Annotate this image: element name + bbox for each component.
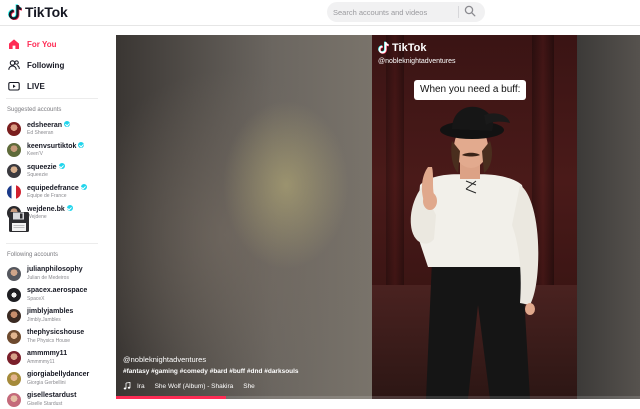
account-display-name: Ed Sheeran <box>27 130 54 136</box>
avatar <box>7 143 21 157</box>
account-username: julianphilosophy <box>27 266 83 273</box>
verified-badge-icon <box>78 142 85 148</box>
account-username: wejdene.bk <box>27 206 65 213</box>
nav-live[interactable]: LIVE <box>8 79 45 93</box>
nav-label: LIVE <box>27 81 45 91</box>
following-account-giorgiabellydancer[interactable]: giorgiabellydancer Giorgia Gerbellini <box>7 370 103 390</box>
tiktok-watermark: TikTok <box>378 41 426 54</box>
sidebar: For You Following LIVE Suggested account… <box>0 26 104 409</box>
account-display-name: Julian de Medeiros <box>27 275 69 281</box>
music-note-icon <box>123 382 131 390</box>
suggested-account-squeezie[interactable]: squeezie Squeezie <box>7 162 103 182</box>
avatar <box>7 330 21 344</box>
tiktok-logo-icon <box>378 41 389 54</box>
account-display-name: Jimbly.Jambles <box>27 317 61 323</box>
tiktok-app: TikTok For You Following LI <box>0 0 640 409</box>
progress-fill <box>116 396 227 399</box>
search-input[interactable] <box>333 4 457 20</box>
nav-label: For You <box>27 39 57 49</box>
account-display-name: Squeezie <box>27 172 48 178</box>
verified-badge-icon <box>66 205 73 211</box>
following-account-thephysicshouse[interactable]: thephysicshouse The Physics House <box>7 328 103 348</box>
top-header: TikTok <box>0 0 640 26</box>
avatar <box>7 393 21 407</box>
account-username: ammmmy11 <box>27 350 68 357</box>
following-account-ammmmy11[interactable]: ammmmy11 Ammmmy11 <box>7 349 103 369</box>
account-username: edsheeran <box>27 122 63 129</box>
avatar <box>7 309 21 323</box>
avatar <box>7 122 21 136</box>
tiktok-logo-icon <box>8 4 22 20</box>
account-username: equipedefrance <box>27 185 79 192</box>
account-display-name: The Physics House <box>27 338 71 344</box>
home-icon <box>8 38 20 50</box>
following-account-jimblyjambles[interactable]: jimblyjambles Jimbly.Jambles <box>7 307 103 327</box>
video-author[interactable]: @nobleknightadventures <box>123 355 206 364</box>
video-caption-bubble: When you need a buff: <box>414 80 527 100</box>
account-username: thephysicshouse <box>27 329 85 336</box>
watermark-handle: @nobleknightadventures <box>378 58 456 65</box>
search-divider <box>458 6 459 18</box>
music-text: She Wolf (Album) - Shakira <box>154 382 234 390</box>
suggested-account-keenvsurtiktok[interactable]: keenvsurtiktok Keen'V <box>7 141 103 161</box>
following-account-julianphilosophy[interactable]: julianphilosophy Julian de Medeiros <box>7 265 103 285</box>
avatar <box>7 372 21 386</box>
floppy-disk-icon <box>9 212 29 232</box>
tiktok-logo[interactable]: TikTok <box>8 4 68 20</box>
music-text: Ira <box>137 382 145 390</box>
nav-for-you[interactable]: For You <box>8 37 56 51</box>
music-text: She <box>243 382 255 390</box>
suggested-account-equipedefrance[interactable]: equipedefrance Equipe de France <box>7 183 103 203</box>
search-bar <box>327 2 485 22</box>
account-username: squeezie <box>27 164 57 171</box>
account-display-name: SpaceX <box>27 296 45 302</box>
account-username: gisellestardust <box>27 392 77 399</box>
search-icon[interactable] <box>464 5 476 17</box>
verified-badge-icon <box>58 163 65 169</box>
live-icon <box>8 80 20 92</box>
avatar <box>7 267 21 281</box>
avatar <box>7 185 21 199</box>
blurred-backdrop-right <box>577 35 640 399</box>
account-username: keenvsurtiktok <box>27 143 77 150</box>
account-username: spacex.aerospace <box>27 287 88 294</box>
nav-label: Following <box>27 60 65 70</box>
account-display-name: Equipe de France <box>27 193 67 199</box>
suggested-title: Suggested accounts <box>7 107 62 113</box>
brand-name: TikTok <box>25 4 68 20</box>
account-display-name: Giorgia Gerbellini <box>27 380 66 386</box>
avatar <box>7 164 21 178</box>
account-display-name: Keen'V <box>27 151 43 157</box>
avatar <box>7 351 21 365</box>
video-description[interactable]: #fantasy #gaming #comedy #bard #buff #dn… <box>123 368 299 375</box>
sidebar-divider <box>6 243 98 244</box>
account-display-name: Ammmmy11 <box>27 359 55 365</box>
sidebar-divider <box>6 98 98 99</box>
account-display-name: Giselle Stardust <box>27 401 63 407</box>
music-info[interactable]: Ira She Wolf (Album) - Shakira She <box>123 382 265 390</box>
avatar <box>7 288 21 302</box>
account-username: giorgiabellydancer <box>27 371 90 378</box>
verified-badge-icon <box>80 184 87 190</box>
following-title: Following accounts <box>7 252 59 258</box>
verified-badge-icon <box>64 121 71 127</box>
following-account-gisellestardust[interactable]: gisellestardust Giselle Stardust <box>7 391 103 409</box>
video-player[interactable]: TikTok @nobleknightadventures When you n… <box>116 35 640 399</box>
nav-following[interactable]: Following <box>8 58 64 72</box>
watermark-brand: TikTok <box>392 41 427 54</box>
account-username: jimblyjambles <box>27 308 74 315</box>
users-icon <box>8 59 20 71</box>
following-account-spacex[interactable]: spacex.aerospace SpaceX <box>7 286 103 306</box>
suggested-account-edsheeran[interactable]: edsheeran Ed Sheeran <box>7 120 103 140</box>
